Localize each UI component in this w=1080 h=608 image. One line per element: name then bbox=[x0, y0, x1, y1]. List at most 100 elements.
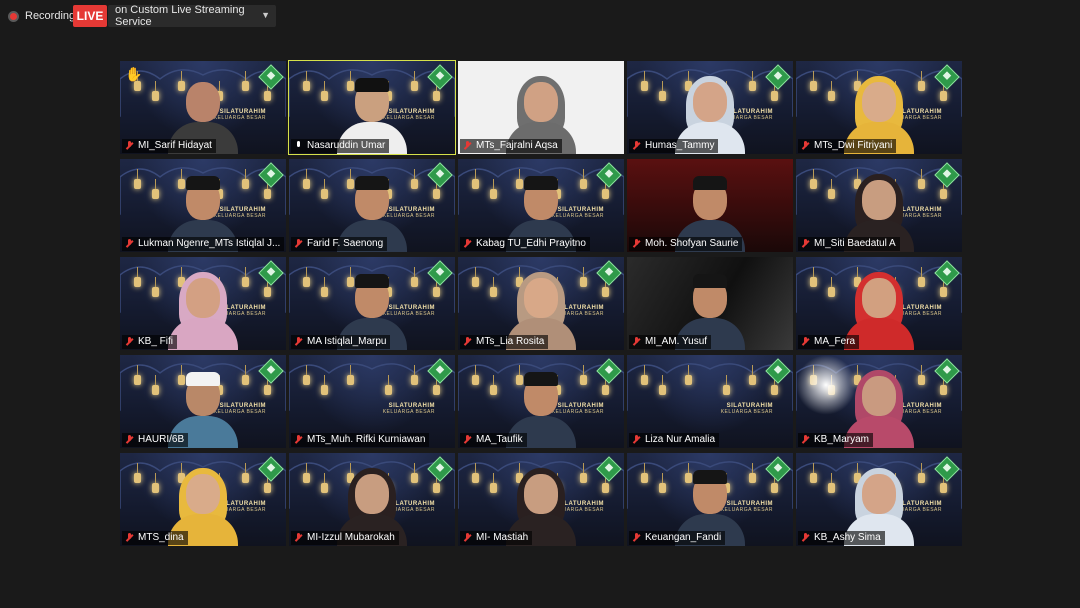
lantern-decoration bbox=[641, 365, 648, 385]
participant-video-tile[interactable]: MI_AM. Yusuf bbox=[627, 257, 793, 350]
participant-video-tile[interactable]: SILATURAHIM KELUARGA BESAR MI- Mastiah bbox=[458, 453, 624, 546]
participant-name-label: Keuangan_Fandi bbox=[629, 531, 726, 545]
participant-video-tile[interactable]: SILATURAHIM KELUARGA BESAR Lukman Ngenre… bbox=[120, 159, 286, 252]
recording-indicator[interactable]: Recording bbox=[8, 8, 75, 24]
mic-muted-icon bbox=[801, 533, 810, 543]
participant-name: MTs_Fajralni Aqsa bbox=[476, 140, 558, 151]
participant-video-tile[interactable]: SILATURAHIM KELUARGA BESAR MA_Taufik bbox=[458, 355, 624, 448]
cap-shape bbox=[355, 176, 389, 190]
event-banner: SILATURAHIM KELUARGA BESAR bbox=[721, 403, 773, 415]
participant-video-tile[interactable]: SILATURAHIM KELUARGA BESAR KB_ Fifi bbox=[120, 257, 286, 350]
participant-video-tile[interactable]: SILATURAHIM KELUARGA BESAR Farid F. Saen… bbox=[289, 159, 455, 252]
participant-video-tile[interactable]: SILATURAHIM KELUARGA BESAR Kabag TU_Edhi… bbox=[458, 159, 624, 252]
person-body bbox=[168, 318, 238, 350]
person-face bbox=[862, 376, 896, 416]
participant-name-label: Farid F. Saenong bbox=[291, 237, 388, 251]
participant-name: MI_AM. Yusuf bbox=[645, 336, 708, 347]
participant-video-tile[interactable]: SILATURAHIM KELUARGA BESAR Nasaruddin Um… bbox=[288, 60, 456, 155]
participant-video-tile[interactable]: SILATURAHIM KELUARGA BESAR MA Istiqlal_M… bbox=[289, 257, 455, 350]
participant-video-tile[interactable]: SILATURAHIM KELUARGA BESAR KB_Maryam bbox=[796, 355, 962, 448]
lantern-decoration bbox=[411, 267, 418, 287]
participant-name: HAURI/6B bbox=[138, 434, 185, 445]
participant-name: Farid F. Saenong bbox=[307, 238, 384, 249]
participant-name-label: Humas_Tammy bbox=[629, 139, 719, 153]
lantern-decoration bbox=[472, 267, 479, 287]
lantern-decoration bbox=[152, 81, 159, 101]
banner-subtitle: KELUARGA BESAR bbox=[720, 409, 773, 415]
mic-muted-icon bbox=[801, 141, 810, 151]
mic-muted-icon bbox=[632, 141, 641, 151]
participant-video-tile[interactable]: SILATURAHIM KELUARGA BESAR Liza Nur Amal… bbox=[627, 355, 793, 448]
cap-shape bbox=[693, 176, 727, 190]
live-stream-target-dropdown[interactable]: on Custom Live Streaming Service ▼ bbox=[108, 4, 276, 28]
participant-video-tile[interactable]: SILATURAHIM KELUARGA BESAR ✋ MI_Sarif Hi… bbox=[120, 61, 286, 154]
lantern-decoration bbox=[918, 71, 925, 91]
lantern-decoration bbox=[242, 169, 249, 189]
lantern-decoration bbox=[385, 375, 392, 395]
person-face bbox=[186, 278, 220, 318]
lantern-decoration bbox=[321, 179, 328, 199]
participant-name-label: KB_ Fifi bbox=[122, 335, 178, 349]
participant-name: MI_Sarif Hidayat bbox=[138, 140, 212, 151]
lantern-decoration bbox=[321, 277, 328, 297]
lantern-decoration bbox=[433, 179, 440, 199]
mic-muted-icon bbox=[125, 141, 134, 151]
participant-name-label: Kabag TU_Edhi Prayitno bbox=[460, 237, 590, 251]
mic-muted-icon bbox=[294, 435, 303, 445]
lantern-decoration bbox=[771, 81, 778, 101]
lantern-decoration bbox=[264, 277, 271, 297]
cap-shape bbox=[524, 372, 558, 386]
participant-video-tile[interactable]: Moh. Shofyan Saurie bbox=[627, 159, 793, 252]
mic-muted-icon bbox=[463, 533, 472, 543]
lantern-decoration bbox=[580, 169, 587, 189]
lantern-decoration bbox=[411, 71, 418, 91]
lantern-decoration bbox=[264, 473, 271, 493]
lantern-decoration bbox=[242, 71, 249, 91]
lantern-decoration bbox=[490, 473, 497, 493]
lantern-decoration bbox=[810, 169, 817, 189]
lantern-decoration bbox=[659, 375, 666, 395]
lantern-decoration bbox=[152, 375, 159, 395]
participant-video-tile[interactable]: SILATURAHIM KELUARGA BESAR Keuangan_Fand… bbox=[627, 453, 793, 546]
lantern-decoration bbox=[433, 473, 440, 493]
lantern-decoration bbox=[918, 169, 925, 189]
mic-muted-icon bbox=[463, 141, 472, 151]
live-badge[interactable]: LIVE bbox=[73, 5, 107, 27]
lantern-decoration bbox=[242, 365, 249, 385]
record-dot-icon bbox=[8, 10, 19, 22]
cap-shape bbox=[355, 274, 389, 288]
participant-video-tile[interactable]: SILATURAHIM KELUARGA BESAR MTs_Muh. Rifk… bbox=[289, 355, 455, 448]
lantern-decoration bbox=[411, 365, 418, 385]
lantern-decoration bbox=[303, 463, 310, 483]
participant-video-tile[interactable]: SILATURAHIM KELUARGA BESAR MI-Izzul Muba… bbox=[289, 453, 455, 546]
participant-name-label: MA_Fera bbox=[798, 335, 860, 349]
participant-name-label: MI_AM. Yusuf bbox=[629, 335, 712, 349]
participant-video-tile[interactable]: SILATURAHIM KELUARGA BESAR KB_Ashy Sima bbox=[796, 453, 962, 546]
person-face bbox=[693, 82, 727, 122]
lantern-decoration bbox=[264, 81, 271, 101]
participant-name: MI_Siti Baedatul A bbox=[814, 238, 896, 249]
participant-name-label: MTs_Muh. Rifki Kurniawan bbox=[291, 433, 430, 447]
lantern-decoration bbox=[940, 375, 947, 395]
participant-video-tile[interactable]: SILATURAHIM KELUARGA BESAR MTs_Dwi Fitri… bbox=[796, 61, 962, 154]
lantern-decoration bbox=[321, 375, 328, 395]
meeting-top-bar: Recording LIVE on Custom Live Streaming … bbox=[0, 0, 1080, 34]
participant-video-tile[interactable]: MTs_Fajralni Aqsa bbox=[458, 61, 624, 154]
participant-video-tile[interactable]: SILATURAHIM KELUARGA BESAR MA_Fera bbox=[796, 257, 962, 350]
participant-video-tile[interactable]: SILATURAHIM KELUARGA BESAR Humas_Tammy bbox=[627, 61, 793, 154]
lantern-decoration bbox=[264, 179, 271, 199]
person-face bbox=[524, 474, 558, 514]
lantern-decoration bbox=[602, 473, 609, 493]
lantern-decoration bbox=[303, 365, 310, 385]
participant-video-tile[interactable]: SILATURAHIM KELUARGA BESAR MI_Siti Baeda… bbox=[796, 159, 962, 252]
participant-name: KB_ Fifi bbox=[138, 336, 174, 347]
lantern-decoration bbox=[771, 375, 778, 395]
mic-muted-icon bbox=[294, 533, 303, 543]
mic-muted-icon bbox=[463, 435, 472, 445]
participant-name-label: MA_Taufik bbox=[460, 433, 527, 447]
event-banner: SILATURAHIM KELUARGA BESAR bbox=[383, 403, 435, 415]
participant-video-tile[interactable]: SILATURAHIM KELUARGA BESAR MTS_dina bbox=[120, 453, 286, 546]
participant-video-tile[interactable]: SILATURAHIM KELUARGA BESAR MTs_Lia Rosit… bbox=[458, 257, 624, 350]
lantern-decoration bbox=[940, 179, 947, 199]
participant-video-tile[interactable]: SILATURAHIM KELUARGA BESAR HAURI/6B bbox=[120, 355, 286, 448]
